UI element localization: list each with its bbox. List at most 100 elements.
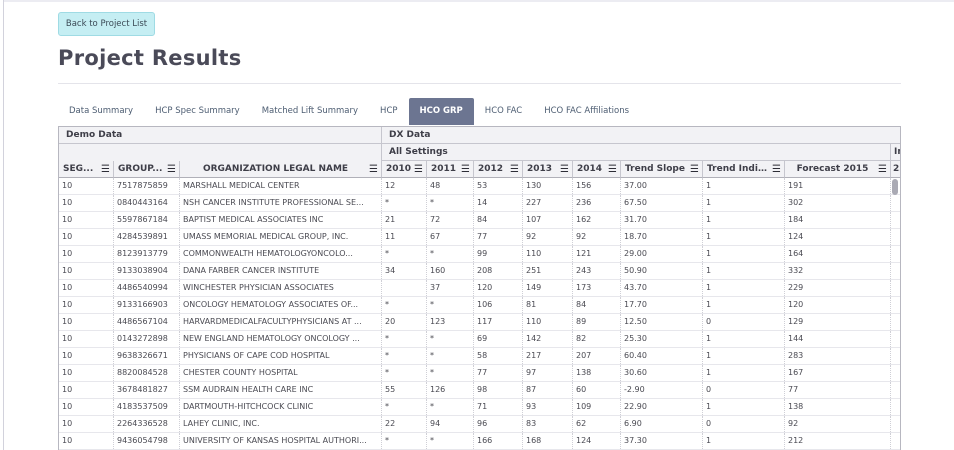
- column-header-organization-legal-name[interactable]: ORGANIZATION LEGAL NAME ☰: [180, 161, 382, 178]
- results-tab-bar: Data Summary HCP Spec Summary Matched Li…: [58, 98, 640, 125]
- table-row[interactable]: 10 2264336528 LAHEY CLINIC, INC. 22 94 96 83 62…: [59, 416, 900, 433]
- table-row[interactable]: 10 7517875859 MARSHALL MEDICAL CENTER 12 48 5…: [59, 178, 900, 195]
- cell-trend-slope: 12.50: [621, 314, 703, 330]
- column-menu-icon[interactable]: ☰: [772, 161, 781, 177]
- cell-2011: *: [427, 331, 474, 347]
- column-header-2013[interactable]: 2013 ☰: [523, 161, 573, 178]
- cell-trend-indicator: 1: [703, 348, 785, 364]
- column-menu-icon[interactable]: ☰: [560, 161, 569, 177]
- cell-group-id: 9638326671: [114, 348, 180, 364]
- tab-matched-lift-summary[interactable]: Matched Lift Summary: [251, 98, 369, 125]
- back-to-project-list-button[interactable]: Back to Project List: [58, 12, 155, 36]
- column-menu-icon[interactable]: ☰: [690, 161, 699, 177]
- cell-2011: *: [427, 433, 474, 449]
- cell-2011: *: [427, 365, 474, 381]
- cell-seg: 10: [59, 212, 114, 228]
- table-row[interactable]: 10 5597867184 BAPTIST MEDICAL ASSOCIATES I…: [59, 212, 900, 229]
- table-row[interactable]: 10 8123913779 COMMONWEALTH HEMATOLOGYONCOL…: [59, 246, 900, 263]
- tab-data-summary[interactable]: Data Summary: [58, 98, 144, 125]
- cell-seg: 10: [59, 331, 114, 347]
- tab-hco-fac-affiliations[interactable]: HCO FAC Affiliations: [533, 98, 640, 125]
- cell-2013: 81: [523, 297, 573, 313]
- column-menu-icon[interactable]: ☰: [878, 161, 887, 177]
- table-row[interactable]: 10 4284539891 UMASS MEMORIAL MEDICAL GROUP…: [59, 229, 900, 246]
- vertical-scrollbar-thumb[interactable]: [892, 179, 898, 195]
- cell-cut-off: [891, 348, 900, 364]
- table-row[interactable]: 10 4183537509 DARTMOUTH-HITCHCOCK CLINIC * *…: [59, 399, 900, 416]
- cell-seg: 10: [59, 297, 114, 313]
- cell-2014: 84: [573, 297, 621, 313]
- tab-hco-fac[interactable]: HCO FAC: [474, 98, 533, 125]
- table-row[interactable]: 10 4486567104 HARVARDMEDICALFACULTYPHYSICI…: [59, 314, 900, 331]
- tab-hcp-spec-summary[interactable]: HCP Spec Summary: [144, 98, 251, 125]
- table-row[interactable]: 10 9638326671 PHYSICIANS OF CAPE COD HOSPI…: [59, 348, 900, 365]
- cell-2014: 62: [573, 416, 621, 432]
- cell-seg: 10: [59, 433, 114, 449]
- column-header-forecast-2015[interactable]: Forecast 2015 ☰: [785, 161, 891, 178]
- tab-hco-grp[interactable]: HCO GRP: [408, 98, 474, 125]
- cell-2012: 77: [474, 365, 523, 381]
- table-row[interactable]: 10 0143272898 NEW ENGLAND HEMATOLOGY ONCOL…: [59, 331, 900, 348]
- cell-forecast-2015: 191: [785, 178, 891, 194]
- table-row[interactable]: 10 0840443164 NSH CANCER INSTITUTE PROFESS…: [59, 195, 900, 212]
- table-row[interactable]: 10 4486540994 WINCHESTER PHYSICIAN ASSOCIA…: [59, 280, 900, 297]
- table-row[interactable]: 10 3678481827 SSM AUDRAIN HEALTH CARE INC 5…: [59, 382, 900, 399]
- column-menu-icon[interactable]: ☰: [608, 161, 617, 177]
- column-header-label: Trend Slope: [625, 163, 685, 174]
- group-header-dx-data: DX Data: [382, 127, 900, 144]
- table-row[interactable]: 10 9133166903 ONCOLOGY HEMATOLOGY ASSOCIAT…: [59, 297, 900, 314]
- cell-trend-indicator: 1: [703, 178, 785, 194]
- column-menu-icon[interactable]: ☰: [461, 161, 470, 177]
- table-row[interactable]: 10 8820084528 CHESTER COUNTY HOSPITAL * * 77 9…: [59, 365, 900, 382]
- cell-group-id: 4183537509: [114, 399, 180, 415]
- column-header-seg[interactable]: SEG... ☰: [59, 161, 114, 178]
- cell-2012: 208: [474, 263, 523, 279]
- column-header-cut-off[interactable]: 20: [891, 161, 900, 178]
- cell-2012: 99: [474, 246, 523, 262]
- cell-trend-slope: 30.60: [621, 365, 703, 381]
- cell-2012: 96: [474, 416, 523, 432]
- column-menu-icon[interactable]: ☰: [369, 161, 378, 177]
- column-header-2014[interactable]: 2014 ☰: [573, 161, 621, 178]
- column-header-2012[interactable]: 2012 ☰: [474, 161, 523, 178]
- cell-2013: 110: [523, 314, 573, 330]
- cell-trend-slope: 17.70: [621, 297, 703, 313]
- cell-forecast-2015: 212: [785, 433, 891, 449]
- cell-2012: 106: [474, 297, 523, 313]
- cell-trend-indicator: 0: [703, 382, 785, 398]
- group-header-demo-data: Demo Data: [59, 127, 382, 144]
- cell-2011: *: [427, 195, 474, 211]
- cell-trend-indicator: 1: [703, 195, 785, 211]
- column-menu-icon[interactable]: ☰: [167, 161, 176, 177]
- column-header-2011[interactable]: 2011 ☰: [427, 161, 474, 178]
- cell-trend-slope: 31.70: [621, 212, 703, 228]
- cell-2013: 168: [523, 433, 573, 449]
- cell-org-name: ONCOLOGY HEMATOLOGY ASSOCIATES OF...: [180, 297, 382, 313]
- column-header-2010[interactable]: 2010 ☰: [382, 161, 427, 178]
- cell-2013: 142: [523, 331, 573, 347]
- column-menu-icon[interactable]: ☰: [510, 161, 519, 177]
- cell-group-id: 8820084528: [114, 365, 180, 381]
- cell-2014: 121: [573, 246, 621, 262]
- cell-2011: 67: [427, 229, 474, 245]
- table-row[interactable]: 10 9436054798 UNIVERSITY OF KANSAS HOSPITA…: [59, 433, 900, 450]
- cell-org-name: DANA FARBER CANCER INSTITUTE: [180, 263, 382, 279]
- cell-2011: 48: [427, 178, 474, 194]
- cell-trend-slope: 25.30: [621, 331, 703, 347]
- column-menu-icon[interactable]: ☰: [101, 161, 110, 177]
- cell-2012: 77: [474, 229, 523, 245]
- cell-forecast-2015: 332: [785, 263, 891, 279]
- table-row[interactable]: 10 9133038904 DANA FARBER CANCER INSTITUTE…: [59, 263, 900, 280]
- cell-group-id: 9436054798: [114, 433, 180, 449]
- column-header-group[interactable]: GROUP... ☰: [114, 161, 180, 178]
- cell-2010: 11: [382, 229, 427, 245]
- cell-org-name: DARTMOUTH-HITCHCOCK CLINIC: [180, 399, 382, 415]
- cell-org-name: WINCHESTER PHYSICIAN ASSOCIATES: [180, 280, 382, 296]
- cell-cut-off: [891, 433, 900, 449]
- column-header-label: 2011: [431, 163, 457, 174]
- cell-2012: 71: [474, 399, 523, 415]
- tab-hcp[interactable]: HCP: [369, 98, 408, 125]
- column-header-trend-slope[interactable]: Trend Slope ☰: [621, 161, 703, 178]
- column-menu-icon[interactable]: ☰: [414, 161, 423, 177]
- column-header-trend-indicator[interactable]: Trend Indic... ☰: [703, 161, 785, 178]
